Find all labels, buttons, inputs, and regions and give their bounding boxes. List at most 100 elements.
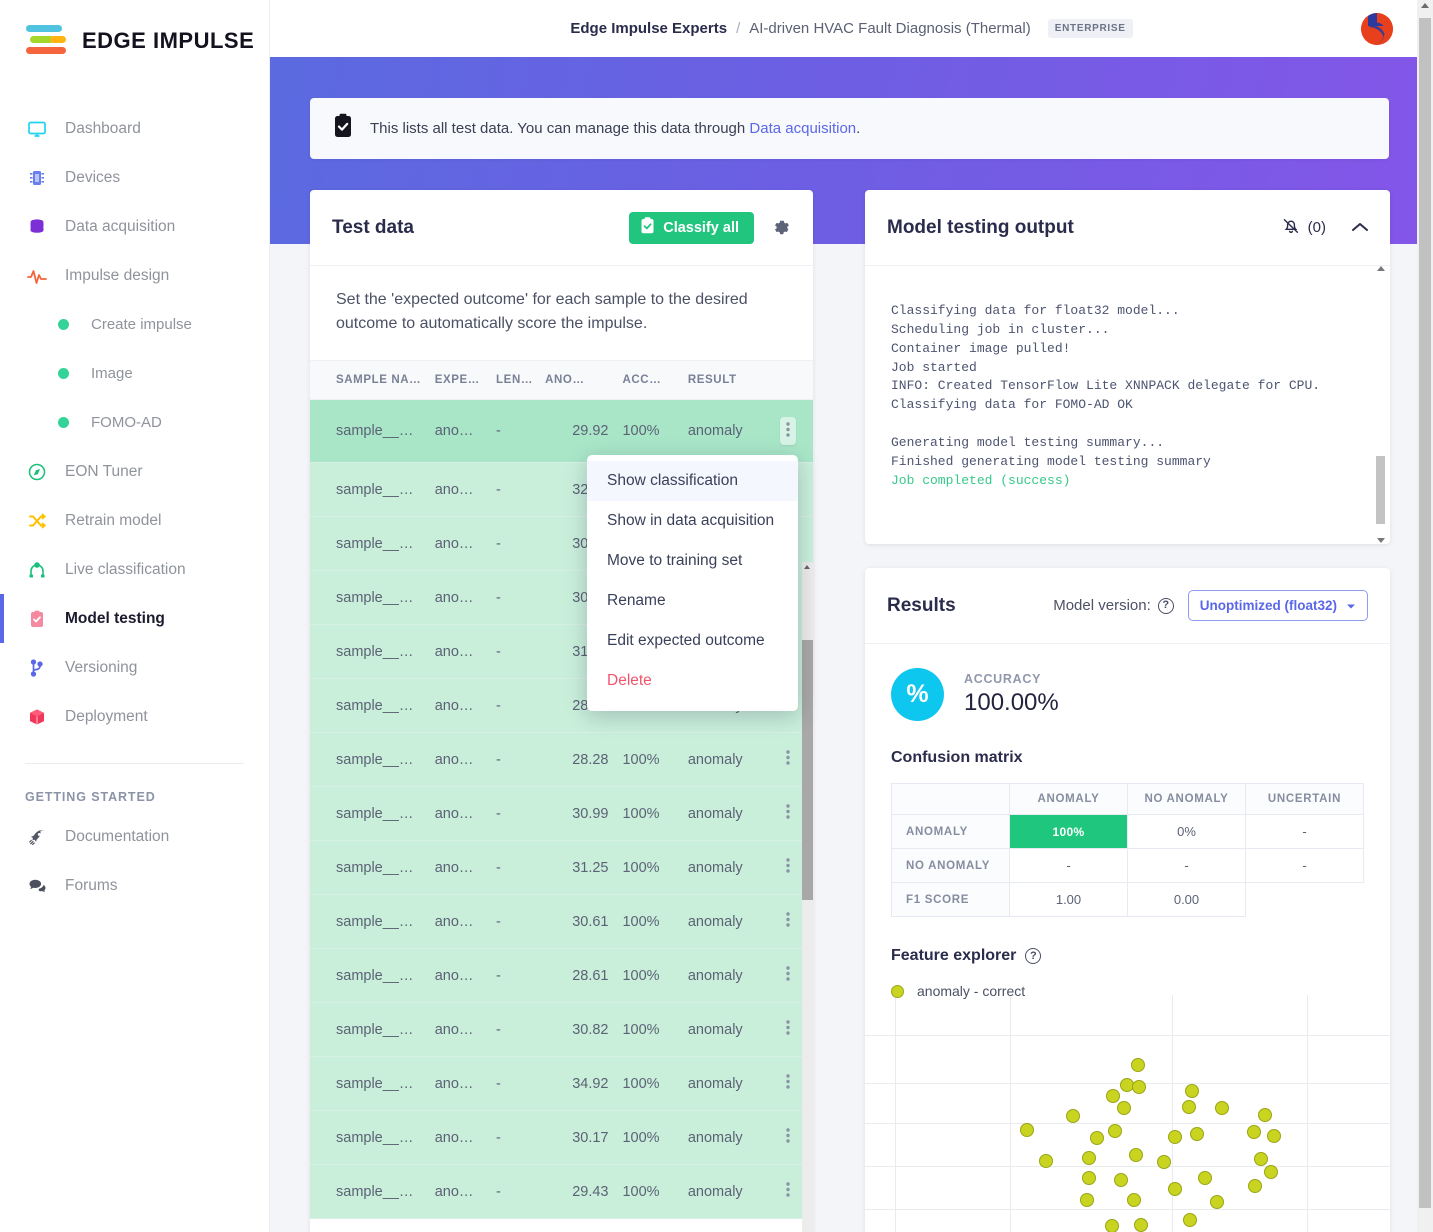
- scatter-point[interactable]: [1254, 1152, 1268, 1166]
- breadcrumb-org[interactable]: Edge Impulse Experts: [570, 20, 727, 37]
- console-scrollbar[interactable]: [1376, 266, 1387, 544]
- scroll-up-arrow-icon[interactable]: [1377, 266, 1385, 271]
- logo[interactable]: EDGE IMPULSE: [0, 0, 269, 58]
- window-scrollbar-thumb[interactable]: [1419, 18, 1431, 1208]
- table-row[interactable]: sample__…ano…-28.28100%anomaly: [310, 733, 813, 787]
- scatter-point[interactable]: [1090, 1131, 1104, 1145]
- scatter-point[interactable]: [1168, 1182, 1182, 1196]
- scatter-point[interactable]: [1210, 1195, 1224, 1209]
- gear-icon[interactable]: [772, 218, 791, 237]
- context-menu-item-show-classification[interactable]: Show classification: [587, 461, 798, 501]
- sidebar-item-model-testing[interactable]: Model testing: [0, 594, 269, 643]
- scroll-up-arrow-icon[interactable]: [804, 565, 810, 569]
- scatter-point[interactable]: [1131, 1058, 1145, 1072]
- sidebar-item-forums[interactable]: Forums: [0, 861, 269, 910]
- avatar[interactable]: [1361, 13, 1393, 45]
- scatter-point[interactable]: [1132, 1080, 1146, 1094]
- classify-all-button[interactable]: Classify all: [629, 212, 754, 244]
- window-scrollbar[interactable]: [1417, 0, 1433, 1232]
- kebab-icon[interactable]: [786, 1022, 790, 1039]
- column-header-result[interactable]: RESULT: [672, 361, 764, 400]
- sidebar-item-dashboard[interactable]: Dashboard: [0, 104, 269, 153]
- scatter-point[interactable]: [1082, 1171, 1096, 1185]
- scatter-point[interactable]: [1105, 1219, 1119, 1232]
- sidebar-item-image[interactable]: Image: [0, 349, 269, 398]
- scatter-point[interactable]: [1134, 1218, 1148, 1232]
- table-row[interactable]: sample__…ano…-29.43100%anomaly: [310, 1165, 813, 1219]
- scatter-point[interactable]: [1108, 1124, 1122, 1138]
- sidebar-item-impulse-design[interactable]: Impulse design: [0, 251, 269, 300]
- question-circle-icon[interactable]: ?: [1158, 598, 1174, 614]
- kebab-icon[interactable]: [786, 1130, 790, 1147]
- scatter-point[interactable]: [1190, 1127, 1204, 1141]
- column-header-sample-name[interactable]: SAMPLE NA…: [310, 361, 435, 400]
- scatter-point[interactable]: [1168, 1130, 1182, 1144]
- mute-notifications[interactable]: (0): [1281, 216, 1326, 240]
- console-scrollbar-thumb[interactable]: [1376, 456, 1385, 524]
- scatter-point[interactable]: [1082, 1151, 1096, 1165]
- table-row[interactable]: sample__…ano…-29.92100%anomaly: [310, 400, 813, 463]
- scatter-point[interactable]: [1258, 1108, 1272, 1122]
- scatter-point[interactable]: [1264, 1165, 1278, 1179]
- scatter-point[interactable]: [1182, 1100, 1196, 1114]
- sidebar-item-live-classification[interactable]: Live classification: [0, 545, 269, 594]
- kebab-icon[interactable]: [786, 968, 790, 985]
- kebab-icon[interactable]: [786, 1076, 790, 1093]
- scatter-point[interactable]: [1127, 1193, 1141, 1207]
- scatter-point[interactable]: [1117, 1101, 1131, 1115]
- table-row[interactable]: sample__…ano…-30.82100%anomaly: [310, 1003, 813, 1057]
- kebab-icon[interactable]: [786, 914, 790, 931]
- column-header-accuracy[interactable]: ACC…: [608, 361, 671, 400]
- scroll-down-arrow-icon[interactable]: [1377, 538, 1385, 543]
- scatter-point[interactable]: [1020, 1123, 1034, 1137]
- caret-up-icon[interactable]: [1352, 219, 1368, 237]
- scatter-point[interactable]: [1114, 1173, 1128, 1187]
- breadcrumb-project[interactable]: AI-driven HVAC Fault Diagnosis (Thermal): [749, 20, 1030, 37]
- scatter-point[interactable]: [1157, 1155, 1171, 1169]
- table-row[interactable]: sample__…ano…-28.61100%anomaly: [310, 949, 813, 1003]
- table-row[interactable]: sample__…ano…-30.99100%anomaly: [310, 787, 813, 841]
- kebab-icon[interactable]: [786, 1184, 790, 1201]
- sidebar-item-eon-tuner[interactable]: EON Tuner: [0, 447, 269, 496]
- column-header-expected[interactable]: EXPE…: [435, 361, 496, 400]
- scatter-point[interactable]: [1215, 1101, 1229, 1115]
- column-header-length[interactable]: LEN…: [496, 361, 545, 400]
- scatter-point[interactable]: [1267, 1129, 1281, 1143]
- kebab-icon[interactable]: [780, 417, 796, 445]
- scatter-point[interactable]: [1185, 1084, 1199, 1098]
- kebab-icon[interactable]: [786, 806, 790, 823]
- context-menu-item-show-in-data-acquisition[interactable]: Show in data acquisition: [587, 501, 798, 541]
- kebab-icon[interactable]: [786, 860, 790, 877]
- feature-explorer-chart[interactable]: anomaly - correct: [865, 983, 1390, 1232]
- scatter-point[interactable]: [1247, 1125, 1261, 1139]
- scatter-point[interactable]: [1198, 1171, 1212, 1185]
- context-menu-item-move-to-training-set[interactable]: Move to training set: [587, 541, 798, 581]
- scatter-point[interactable]: [1080, 1193, 1094, 1207]
- scatter-point[interactable]: [1106, 1089, 1120, 1103]
- sidebar-item-documentation[interactable]: Documentation: [0, 812, 269, 861]
- scatter-point[interactable]: [1129, 1148, 1143, 1162]
- table-row[interactable]: sample__…ano…-30.61100%anomaly: [310, 895, 813, 949]
- table-row[interactable]: sample__…ano…-30.17100%anomaly: [310, 1111, 813, 1165]
- sidebar-item-data-acquisition[interactable]: Data acquisition: [0, 202, 269, 251]
- scatter-point[interactable]: [1248, 1179, 1262, 1193]
- scatter-point[interactable]: [1039, 1154, 1053, 1168]
- sidebar-item-create-impulse[interactable]: Create impulse: [0, 300, 269, 349]
- scatter-point[interactable]: [1066, 1109, 1080, 1123]
- context-menu-item-delete[interactable]: Delete: [587, 661, 798, 701]
- model-version-select[interactable]: Unoptimized (float32): [1188, 590, 1368, 621]
- sidebar-item-deployment[interactable]: Deployment: [0, 692, 269, 741]
- scroll-up-arrow-icon[interactable]: [1421, 3, 1429, 8]
- context-menu-item-edit-expected-outcome[interactable]: Edit expected outcome: [587, 621, 798, 661]
- sidebar-item-devices[interactable]: Devices: [0, 153, 269, 202]
- column-header-anomaly[interactable]: ANO…: [545, 361, 608, 400]
- kebab-icon[interactable]: [786, 752, 790, 769]
- table-row[interactable]: sample__…ano…-31.25100%anomaly: [310, 841, 813, 895]
- sidebar-item-versioning[interactable]: Versioning: [0, 643, 269, 692]
- context-menu-item-rename[interactable]: Rename: [587, 581, 798, 621]
- scatter-point[interactable]: [1183, 1213, 1197, 1227]
- sidebar-item-retrain-model[interactable]: Retrain model: [0, 496, 269, 545]
- table-row[interactable]: sample__…ano…-34.92100%anomaly: [310, 1057, 813, 1111]
- table-scrollbar-thumb[interactable]: [802, 640, 813, 900]
- sidebar-item-fomo-ad[interactable]: FOMO-AD: [0, 398, 269, 447]
